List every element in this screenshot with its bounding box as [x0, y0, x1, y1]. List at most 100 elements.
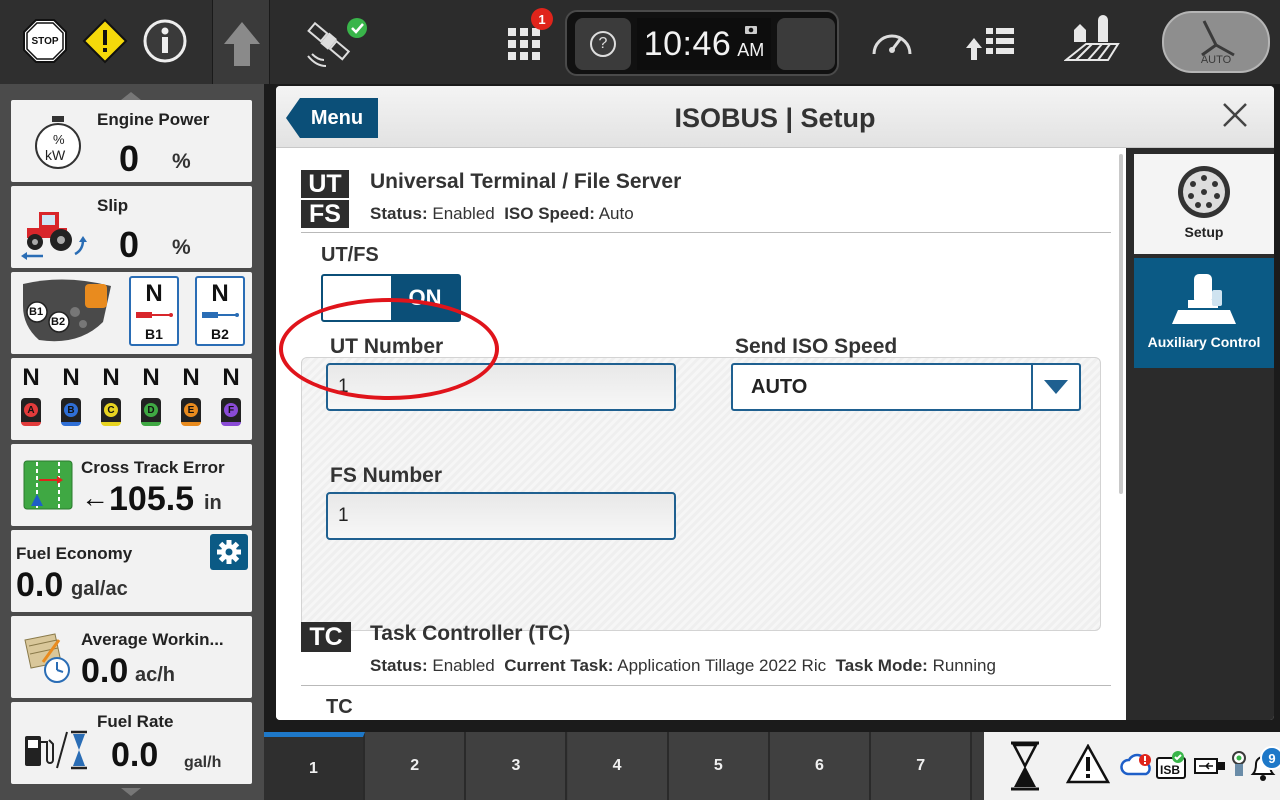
nav-auxiliary-control[interactable]: Auxiliary Control — [1134, 258, 1274, 368]
antenna-status[interactable] — [1228, 750, 1250, 785]
fuel-per-hour-icon — [25, 730, 87, 770]
stop-button[interactable]: STOP — [22, 18, 68, 64]
slip-unit: % — [172, 236, 191, 259]
tc-mode-label: Task Mode: — [835, 656, 928, 675]
page-tab-5[interactable]: 5 — [668, 732, 770, 800]
scv-state: N — [222, 364, 240, 391]
auto-steer-button[interactable]: AUTO — [1162, 11, 1270, 73]
panel-header: Menu ISOBUS | Setup — [276, 86, 1274, 148]
scv-a[interactable]: NA — [15, 364, 47, 434]
close-button[interactable] — [1220, 100, 1250, 130]
scv-b[interactable]: NB — [55, 364, 87, 434]
help-button[interactable]: ? — [575, 18, 631, 70]
cross-track-arrow: ← — [81, 482, 109, 513]
page-tab-7[interactable]: 7 — [871, 732, 973, 800]
sidebar-scroll-up-indicator — [121, 92, 141, 100]
scv-label: E — [184, 403, 198, 417]
clock-ampm: AM — [737, 40, 765, 60]
page-tab-4[interactable]: 4 — [567, 732, 669, 800]
page-tab-6[interactable]: 6 — [770, 732, 871, 800]
farm-field-icon — [1064, 15, 1120, 61]
apps-grid-button[interactable]: 1 — [504, 8, 553, 64]
scv-f[interactable]: NF — [215, 364, 247, 434]
area-rate-icon — [24, 633, 70, 683]
fuel-economy-title: Fuel Economy — [16, 544, 133, 563]
auxiliary-joystick-icon — [1172, 274, 1236, 324]
guidance-line-icon — [23, 460, 73, 510]
alerts-count-badge: 9 — [1260, 746, 1280, 770]
cloud-status[interactable] — [1120, 752, 1154, 783]
remote-b2[interactable]: N B2 — [195, 276, 245, 346]
warning-button[interactable] — [82, 18, 128, 64]
field-management-button[interactable] — [1064, 14, 1120, 68]
clock-side-button[interactable] — [777, 18, 835, 70]
performance-button[interactable] — [868, 20, 916, 64]
fuel-rate-value: 0.0 — [111, 736, 159, 774]
help-label: ? — [598, 35, 608, 52]
remote-b1[interactable]: N B1 — [129, 276, 179, 346]
scroll-up-button[interactable] — [212, 0, 270, 84]
camera-icon — [745, 26, 757, 34]
alarm-button[interactable] — [1065, 743, 1111, 789]
bottom-bar: 7654321 ISB 9 — [264, 732, 1280, 800]
isobus-setup-panel: Menu ISOBUS | Setup UT FS Universal Term… — [276, 86, 1274, 720]
clock-display[interactable]: 10:46 AM — [637, 18, 771, 70]
scv-e[interactable]: NE — [175, 364, 207, 434]
scv-color-chip: F — [221, 398, 241, 426]
sequence-button[interactable] — [964, 20, 1018, 64]
usb-status[interactable] — [1194, 756, 1226, 781]
send-iso-speed-select[interactable]: AUTO — [731, 363, 1081, 411]
fuel-rate-card[interactable]: Fuel Rate 0.0 gal/h — [11, 702, 252, 784]
sequence-list-icon — [966, 28, 1014, 60]
info-button[interactable] — [142, 18, 188, 64]
engine-power-card[interactable]: % kW Engine Power 0 % — [11, 100, 252, 182]
scv-label: C — [104, 403, 118, 417]
engine-power-icon-bottom: kW — [45, 147, 66, 163]
remote-b1-label: B1 — [145, 326, 163, 342]
cylinder-blue-icon — [202, 312, 239, 318]
clock-widget: ? 10:46 AM — [565, 10, 839, 76]
remote-b2-label: B2 — [211, 326, 229, 342]
scv-label: D — [144, 403, 158, 417]
page-tab-1[interactable]: 1 — [264, 732, 365, 800]
engine-power-value: 0 — [119, 138, 140, 179]
page-tab-3[interactable]: 3 — [466, 732, 568, 800]
scrollbar[interactable] — [1119, 154, 1123, 494]
hourglass-button[interactable] — [1008, 740, 1042, 797]
ut-badge: UT — [301, 170, 349, 198]
right-nav: Setup Auxiliary Control — [1126, 148, 1274, 720]
chevron-down-icon — [1044, 380, 1068, 394]
fuel-economy-settings-button[interactable] — [210, 534, 248, 570]
ut-fs-toggle-label: UT/FS — [321, 244, 379, 266]
slip-card[interactable]: Slip 0 % — [11, 186, 252, 268]
page-tab-2[interactable]: 2 — [365, 732, 467, 800]
remote-valves-card[interactable]: B1 B2 N B1 N B2 — [11, 272, 252, 354]
average-working-card[interactable]: Average Workin... 0.0 ac/h — [11, 616, 252, 698]
cross-track-value: 105.5 — [109, 480, 195, 518]
engine-power-unit: % — [172, 150, 191, 173]
gps-status-button[interactable] — [298, 14, 370, 70]
isobus-status[interactable]: ISB — [1156, 750, 1188, 785]
scv-card[interactable]: NANBNCNDNENF — [11, 358, 252, 440]
cylinder-red-icon — [136, 312, 173, 318]
fuel-economy-card[interactable]: Fuel Economy 0.0 gal/ac — [11, 530, 252, 612]
scv-c[interactable]: NC — [95, 364, 127, 434]
stop-label: STOP — [31, 35, 59, 47]
tc-status: Status: Enabled Current Task: Applicatio… — [370, 656, 996, 676]
nav-setup[interactable]: Setup — [1134, 154, 1274, 254]
cross-track-card[interactable]: Cross Track Error ← 105.5 in — [11, 444, 252, 526]
average-working-value: 0.0 — [81, 652, 129, 690]
ut-fs-status: Status: Enabled ISO Speed: Auto — [370, 204, 634, 224]
info-icon — [143, 19, 187, 63]
tc-status-label: Status: — [370, 656, 428, 675]
dropdown-toggle[interactable] — [1031, 365, 1079, 409]
left-sidebar: % kW Engine Power 0 % Slip 0 % B1 B2 N B… — [0, 84, 264, 800]
scv-state: N — [62, 364, 80, 391]
cross-track-unit: in — [204, 492, 222, 514]
scv-state: N — [102, 364, 120, 391]
slip-value: 0 — [119, 224, 140, 265]
fs-number-input[interactable]: 1 — [326, 492, 676, 540]
settings-content: UT FS Universal Terminal / File Server S… — [276, 148, 1124, 720]
scv-d[interactable]: ND — [135, 364, 167, 434]
scv-label: B — [64, 403, 78, 417]
